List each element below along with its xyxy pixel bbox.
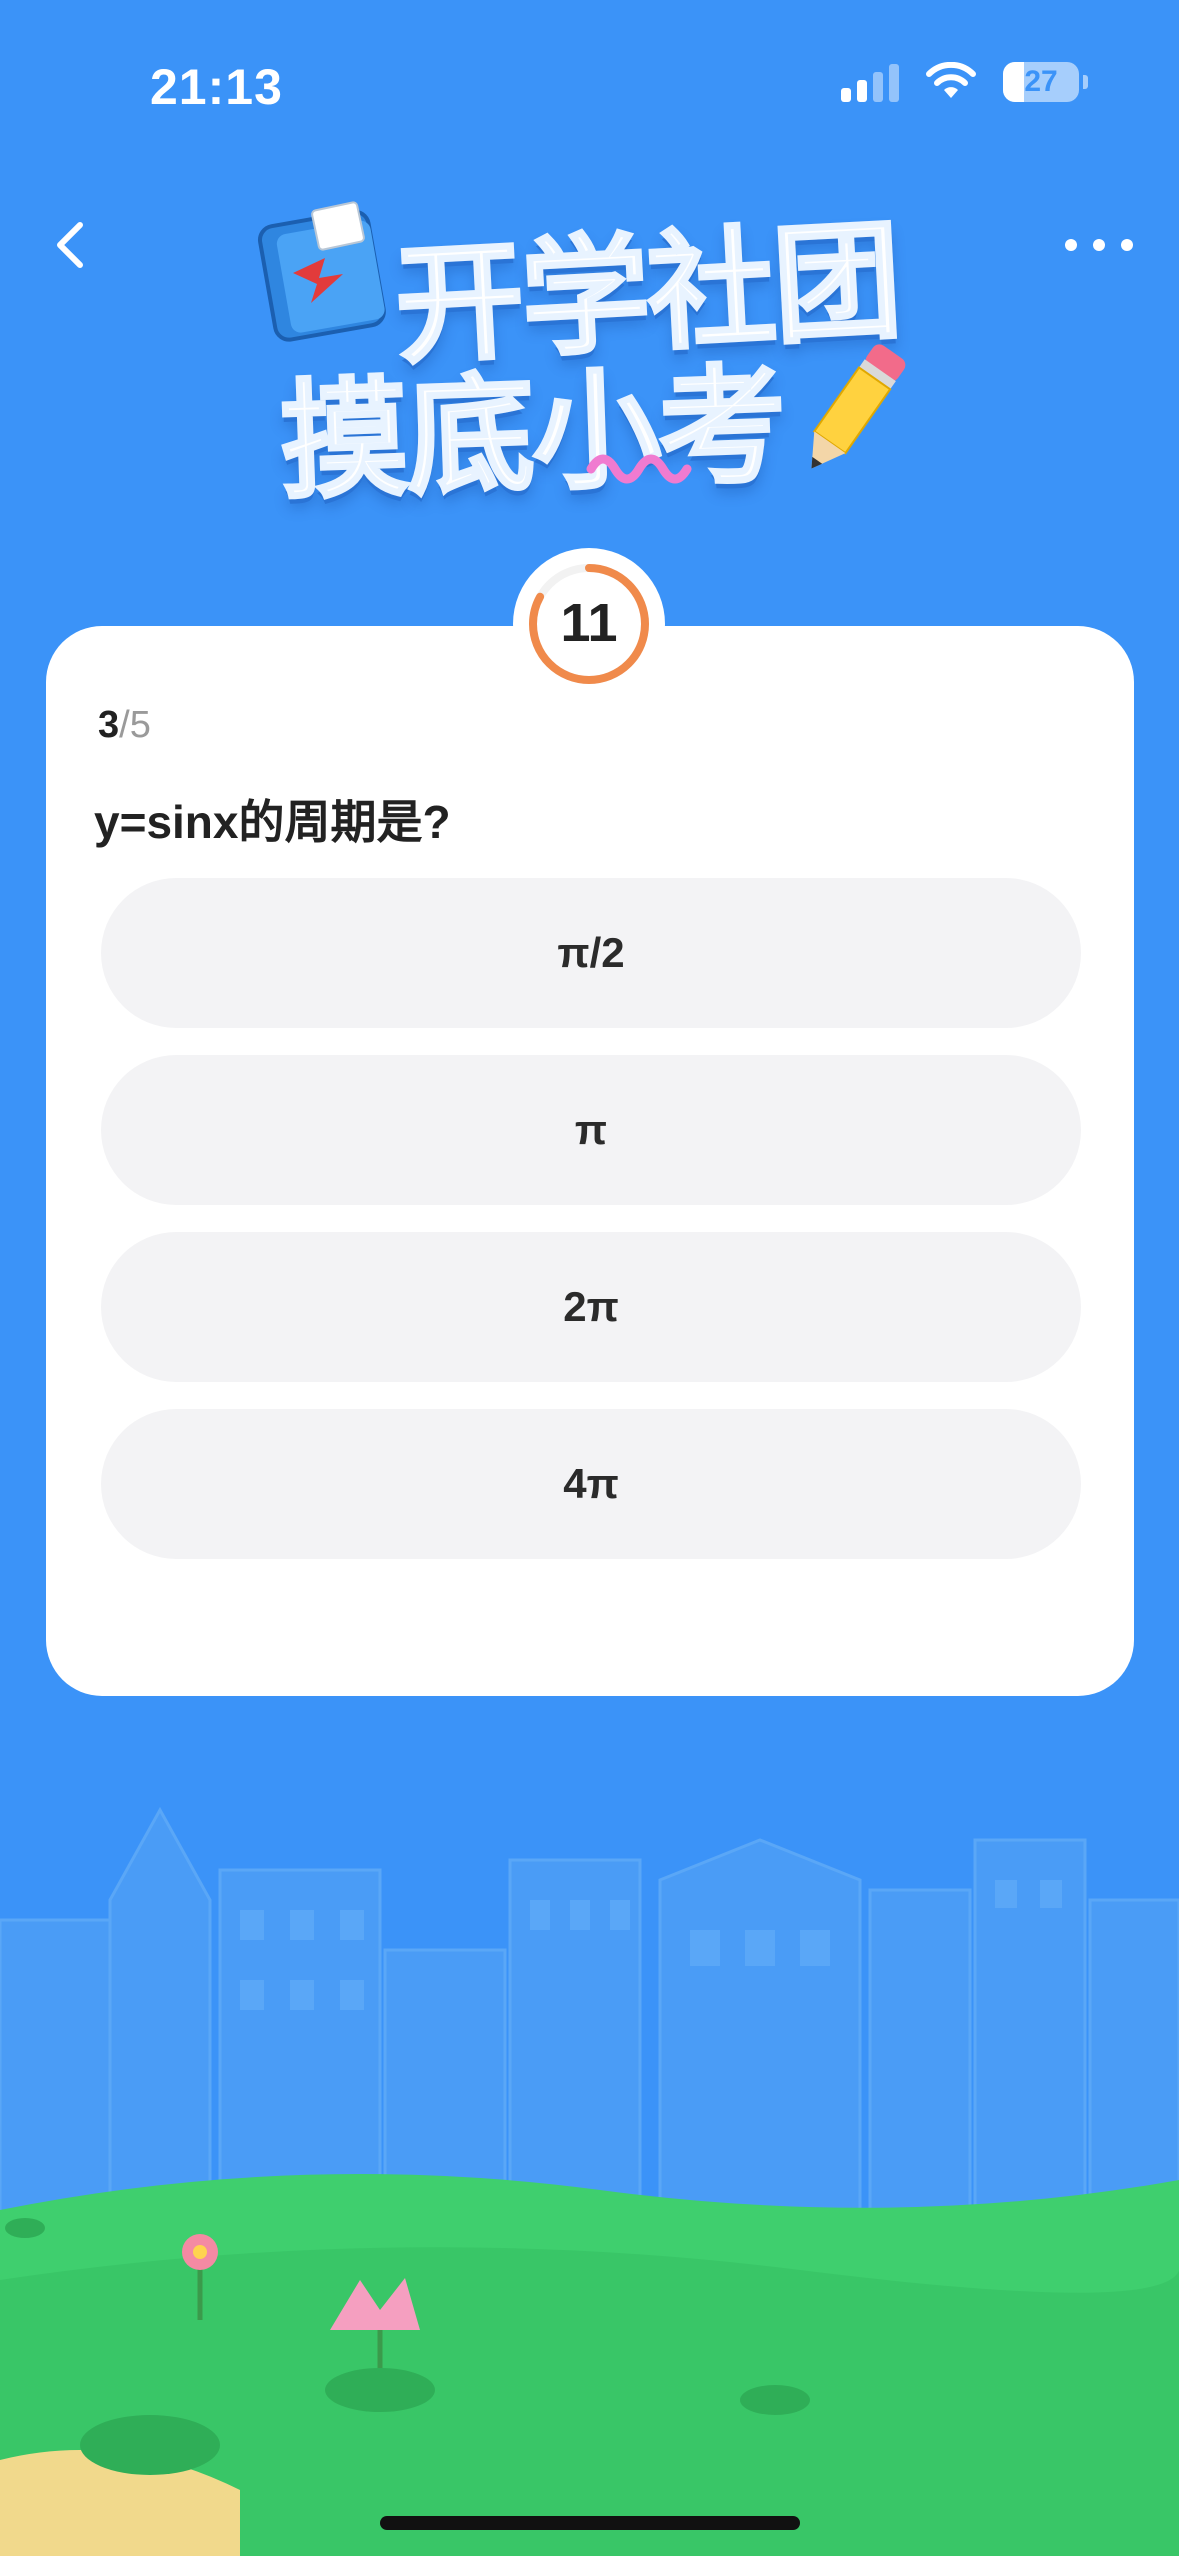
signal-icon: [841, 62, 899, 102]
pencil-icon: [811, 344, 906, 469]
wifi-icon: [926, 62, 976, 98]
battery-level: 27: [1024, 65, 1058, 98]
timer-seconds: 11: [560, 593, 618, 653]
chevron-left-icon[interactable]: [30, 205, 110, 285]
answer-options: π/2 π 2π 4π: [101, 878, 1081, 1586]
home-indicator[interactable]: [380, 2516, 800, 2530]
option-button[interactable]: π/2: [101, 878, 1081, 1028]
progress-separator: /: [119, 704, 130, 746]
squiggle-decoration: [586, 454, 692, 484]
option-button[interactable]: 4π: [101, 1409, 1081, 1559]
battery-icon: 27: [1003, 62, 1088, 102]
status-time: 21:13: [150, 59, 283, 115]
option-button[interactable]: 2π: [101, 1232, 1081, 1382]
ellipsis-icon[interactable]: [1049, 210, 1149, 280]
status-indicators: 27: [841, 62, 1088, 102]
title-line-2: 摸底小考: [276, 350, 788, 519]
question-card: 3/5 y=sinx的周期是? π/2 π 2π 4π: [46, 626, 1134, 1696]
book-icon: [257, 201, 386, 342]
countdown-timer: 11: [513, 548, 665, 700]
progress-total: 5: [129, 704, 151, 746]
question-text: y=sinx的周期是?: [94, 796, 451, 848]
progress-current: 3: [98, 704, 120, 746]
title-banner: 开学社团 摸底小考: [255, 180, 935, 519]
grass-hill: [0, 2174, 1179, 2556]
option-button[interactable]: π: [101, 1055, 1081, 1205]
quiz-screen: 21:13 27 开学社团 摸底小考 11 3/5 y=sinx的周期是? π/…: [0, 0, 1179, 2556]
question-progress: 3/5: [98, 704, 151, 747]
